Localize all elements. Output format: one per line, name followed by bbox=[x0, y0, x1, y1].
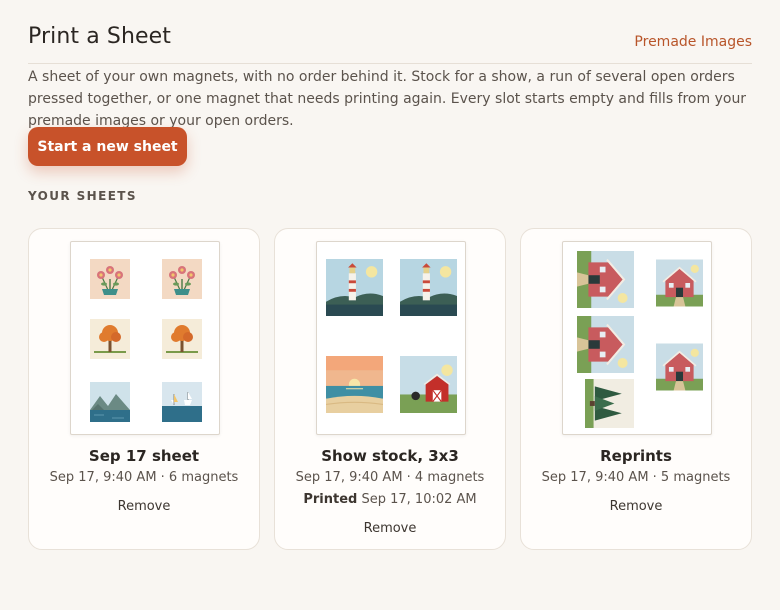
sheet-meta: Sep 17, 9:40 AM · 6 magnets bbox=[49, 470, 239, 485]
start-new-sheet-button[interactable]: Start a new sheet bbox=[28, 127, 187, 166]
printed-timestamp: Sep 17, 10:02 AM bbox=[361, 492, 477, 507]
sheet-preview[interactable] bbox=[562, 241, 712, 435]
red-house-thumbnail bbox=[656, 251, 703, 315]
red-barn-thumbnail bbox=[400, 356, 457, 413]
red-house-thumbnail bbox=[656, 333, 703, 401]
printed-status: Printed Sep 17, 10:02 AM bbox=[275, 492, 505, 507]
mountain-lake-thumbnail bbox=[90, 382, 130, 422]
page-header: Print a Sheet Premade Images bbox=[28, 24, 752, 64]
flower-pot-thumbnail bbox=[90, 259, 130, 299]
section-label-your-sheets: YOUR SHEETS bbox=[28, 189, 137, 203]
lighthouse-thumbnail bbox=[400, 259, 457, 316]
autumn-tree-thumbnail bbox=[90, 319, 130, 359]
sheet-title: Sep 17 sheet bbox=[88, 447, 200, 465]
flower-pot-thumbnail bbox=[162, 259, 202, 299]
remove-sheet-button[interactable]: Remove bbox=[364, 521, 417, 536]
red-house-rotated-thumbnail bbox=[577, 251, 634, 308]
pine-trees-rotated-thumbnail bbox=[585, 379, 634, 428]
sheet-preview[interactable] bbox=[316, 241, 466, 435]
sheet-meta: Sep 17, 9:40 AM · 5 magnets bbox=[541, 470, 731, 485]
sheet-meta: Sep 17, 9:40 AM · 4 magnets bbox=[295, 470, 485, 485]
sheet-title: Show stock, 3x3 bbox=[321, 447, 459, 465]
premade-images-link[interactable]: Premade Images bbox=[634, 34, 752, 50]
sailboats-thumbnail bbox=[162, 382, 202, 422]
printed-label: Printed bbox=[303, 492, 358, 507]
sheet-card[interactable]: Reprints Sep 17, 9:40 AM · 5 magnets Rem… bbox=[520, 228, 752, 550]
intro-text: A sheet of your own magnets, with no ord… bbox=[28, 69, 747, 129]
beach-sunset-thumbnail bbox=[326, 356, 383, 413]
sheet-card[interactable]: Show stock, 3x3 Sep 17, 9:40 AM · 4 magn… bbox=[274, 228, 506, 550]
remove-sheet-button[interactable]: Remove bbox=[610, 499, 663, 514]
remove-sheet-button[interactable]: Remove bbox=[118, 499, 171, 514]
red-house-rotated-thumbnail bbox=[577, 316, 634, 373]
page-title: Print a Sheet bbox=[28, 24, 171, 49]
sheet-preview[interactable] bbox=[70, 241, 220, 435]
lighthouse-thumbnail bbox=[326, 259, 383, 316]
sheet-card[interactable]: Sep 17 sheet Sep 17, 9:40 AM · 6 magnets… bbox=[28, 228, 260, 550]
autumn-tree-thumbnail bbox=[162, 319, 202, 359]
sheet-title: Reprints bbox=[600, 447, 672, 465]
